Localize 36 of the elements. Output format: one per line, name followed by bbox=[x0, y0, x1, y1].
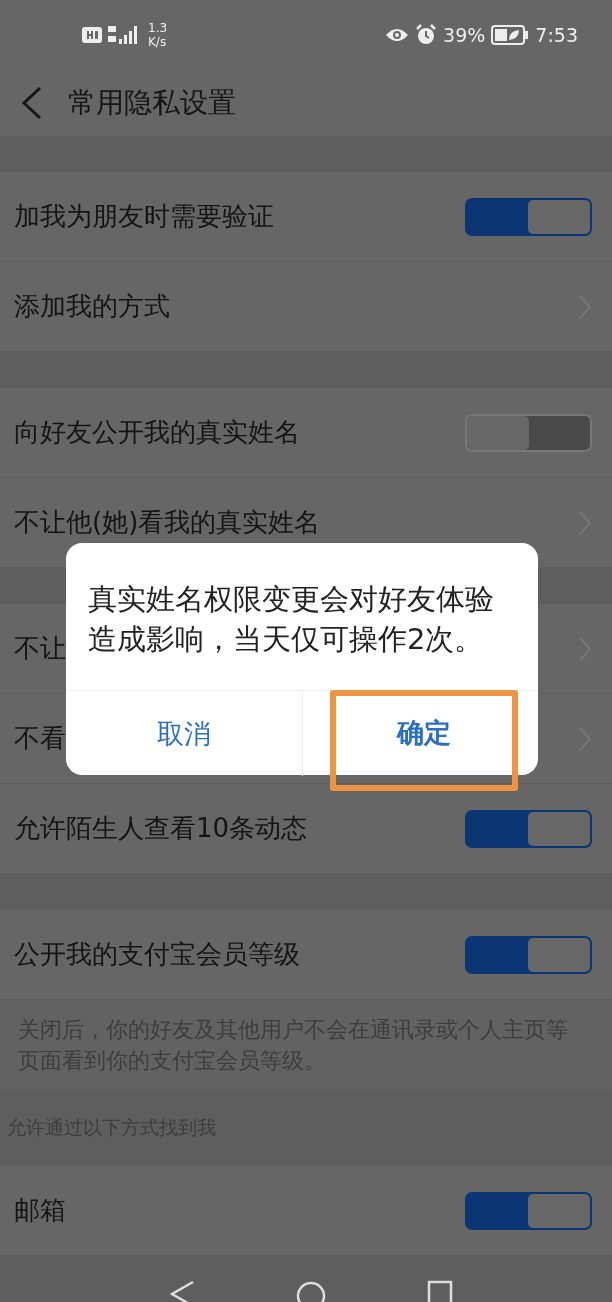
setting-label: 不让 bbox=[14, 632, 66, 665]
page-title: 常用隐私设置 bbox=[68, 85, 236, 121]
network-speed-unit: K/s bbox=[148, 35, 168, 49]
hd-icon bbox=[82, 27, 102, 43]
battery-percentage: 39% bbox=[443, 24, 486, 46]
toggle-switch[interactable] bbox=[465, 809, 592, 848]
setting-label: 向好友公开我的真实姓名 bbox=[14, 416, 300, 449]
setting-row[interactable]: 公开我的支付宝会员等级 bbox=[0, 910, 612, 1000]
dialog-message: 真实姓名权限变更会对好友体验造成影响，当天仅可操作2次。 bbox=[87, 581, 495, 658]
toggle-switch[interactable] bbox=[465, 1191, 592, 1230]
eye-icon bbox=[385, 27, 410, 43]
battery-icon bbox=[491, 25, 530, 45]
dialog-button[interactable]: 取消 bbox=[66, 691, 302, 776]
back-nav-icon[interactable] bbox=[169, 1280, 195, 1302]
clock-time: 7:53 bbox=[535, 24, 578, 46]
setting-label: 允许陌生人查看10条动态 bbox=[14, 812, 308, 845]
dialog-button[interactable]: 确定 bbox=[335, 696, 512, 770]
toggle-switch[interactable] bbox=[465, 197, 592, 236]
home-nav-icon[interactable] bbox=[295, 1280, 327, 1302]
setting-label: 添加我的方式 bbox=[14, 290, 170, 323]
alarm-icon bbox=[415, 24, 438, 46]
setting-label: 不看 bbox=[14, 722, 66, 755]
setting-row[interactable]: 加我为朋友时需要验证 bbox=[0, 172, 612, 262]
setting-label: 公开我的支付宝会员等级 bbox=[14, 938, 300, 971]
setting-label: 邮箱 bbox=[14, 1194, 66, 1227]
setting-label: 不让他(她)看我的真实姓名 bbox=[14, 506, 321, 539]
toggle-switch[interactable] bbox=[465, 413, 592, 452]
setting-row[interactable]: 邮箱 bbox=[0, 1166, 612, 1256]
toggle-switch[interactable] bbox=[465, 935, 592, 974]
setting-label: 加我为朋友时需要验证 bbox=[14, 200, 274, 233]
setting-row[interactable]: 向好友公开我的真实姓名 bbox=[0, 388, 612, 478]
recents-nav-icon[interactable] bbox=[427, 1280, 453, 1302]
setting-row[interactable]: 添加我的方式 bbox=[0, 262, 612, 352]
setting-row[interactable]: 允许陌生人查看10条动态 bbox=[0, 784, 612, 874]
signal-icon bbox=[108, 25, 138, 45]
network-speed-value: 1.3 bbox=[148, 21, 168, 35]
